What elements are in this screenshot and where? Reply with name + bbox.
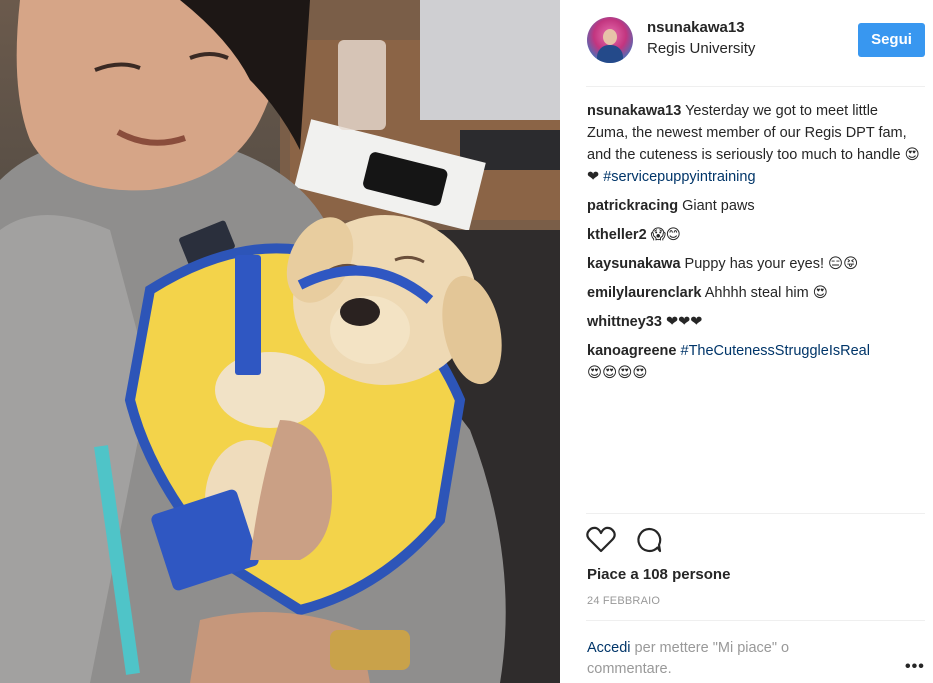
avatar[interactable] (587, 17, 633, 63)
heart-icon[interactable] (586, 526, 616, 554)
avatar-face (603, 29, 617, 45)
likes-count[interactable]: Piace a 108 persone (587, 566, 730, 583)
comment-item: patrickracing Giant paws (587, 195, 923, 217)
comment-user[interactable]: kaysunakawa (587, 256, 681, 272)
post-photo[interactable] (0, 0, 560, 683)
comment-user[interactable]: emilylaurenclark (587, 285, 701, 301)
comment-item: whittney33 ❤❤❤ (587, 311, 923, 333)
header-username[interactable]: nsunakawa13 (647, 19, 745, 36)
comment-item: kanoagreene #TheCutenessStruggleIsReal 😍… (587, 340, 923, 384)
post-photo-illustration (0, 0, 560, 683)
comment-text: Ahhhh steal him 😍 (704, 285, 828, 301)
comment-text: Puppy has your eyes! 😑😝 (684, 256, 859, 272)
footer-divider (586, 620, 925, 621)
post-header: nsunakawa13 Regis University Segui (560, 0, 933, 86)
comment-item: ktheller2 😱😊 (587, 224, 923, 246)
comment-text: 😱😊 (650, 227, 681, 243)
comment-item: emilylaurenclark Ahhhh steal him 😍 (587, 282, 923, 304)
comment-user[interactable]: nsunakawa13 (587, 103, 681, 119)
comment-user[interactable]: ktheller2 (587, 227, 647, 243)
comment-hashtag[interactable]: #servicepuppyintraining (603, 169, 755, 185)
caption-comment: nsunakawa13 Yesterday we got to meet lit… (587, 100, 923, 188)
header-divider (586, 86, 925, 87)
comment-user[interactable]: kanoagreene (587, 343, 676, 359)
comment-bubble-icon[interactable] (634, 526, 664, 554)
follow-button[interactable]: Segui (858, 23, 925, 57)
comment-text: ❤❤❤ (665, 314, 703, 330)
comment-user[interactable]: whittney33 (587, 314, 662, 330)
comments-list: nsunakawa13 Yesterday we got to meet lit… (587, 100, 923, 391)
header-location[interactable]: Regis University (647, 40, 755, 57)
actions-divider (586, 513, 925, 514)
post-side-panel: nsunakawa13 Regis University Segui nsuna… (560, 0, 933, 683)
comment-text: Giant paws (682, 198, 755, 214)
login-link[interactable]: Accedi (587, 640, 631, 656)
login-prompt: Accedi per mettere "Mi piace" o commenta… (587, 638, 847, 680)
avatar-body (597, 45, 623, 63)
post-date[interactable]: 24 FEBBRAIO (587, 595, 660, 607)
comment-item: kaysunakawa Puppy has your eyes! 😑😝 (587, 253, 923, 275)
more-options-button[interactable]: ••• (905, 658, 925, 676)
comment-text: 😍😍😍😍 (587, 365, 648, 381)
comment-hashtag[interactable]: #TheCutenessStruggleIsReal (681, 343, 870, 359)
comment-user[interactable]: patrickracing (587, 198, 678, 214)
